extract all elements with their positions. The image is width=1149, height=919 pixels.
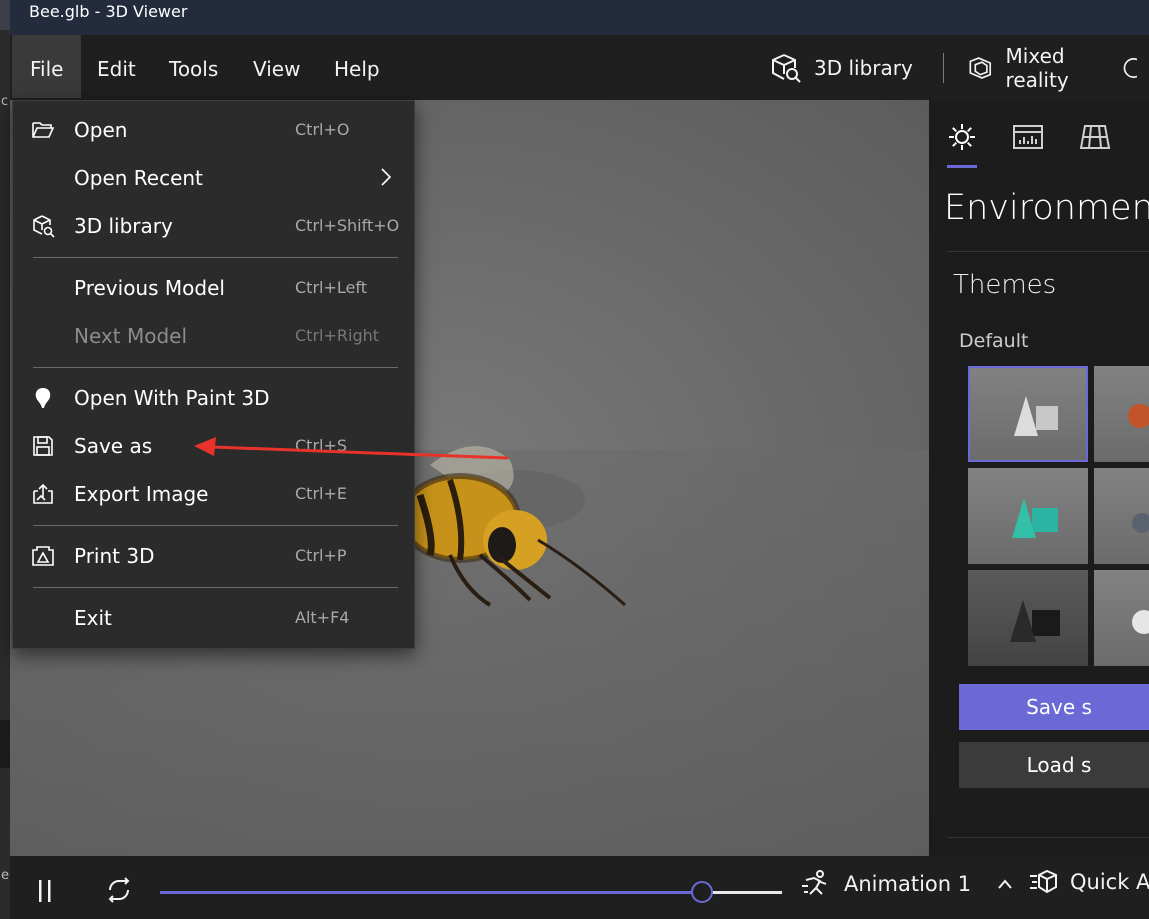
stats-icon[interactable] [1012,122,1044,152]
mixed-reality-icon [969,56,992,79]
loop-icon[interactable] [104,876,134,904]
menu-item-next-model: Next Model Ctrl+Right [13,312,414,360]
themes-heading: Themes [953,270,1057,300]
running-figure-icon [802,870,827,895]
chevron-right-icon [381,168,392,186]
print-3d-shortcut: Ctrl+P [295,546,347,565]
animation-timeline-slider[interactable] [160,881,782,903]
environment-panel: Environment Themes Default Save s Load s [929,100,1149,856]
next-model-label: Next Model [74,324,187,348]
quick-animations-button[interactable]: Quick An [1028,868,1149,896]
open-paint3d-label: Open With Paint 3D [74,386,270,410]
folder-open-icon [32,122,55,138]
file-menu-dropdown: Open Ctrl+O Open Recent 3D library Ctrl+… [12,100,415,649]
menu-separator [33,367,398,368]
menu-item-exit[interactable]: Exit Alt+F4 [13,594,414,642]
save-as-label: Save as [74,434,153,458]
open-label: Open [74,118,128,142]
menu-help[interactable]: Help [316,35,398,98]
3d-library-button[interactable]: 3D library [770,35,913,100]
pause-icon[interactable] [36,878,54,904]
quick-animation-icon [1030,869,1057,894]
menu-item-open-recent[interactable]: Open Recent [13,154,414,202]
3d-library-shortcut: Ctrl+Shift+O [295,216,400,235]
menu-separator [33,525,398,526]
cube-search-icon [33,215,55,238]
background-window: c e [0,0,10,919]
theme-tile-3[interactable] [968,468,1088,564]
menubar-separator [943,53,944,83]
menu-item-previous-model[interactable]: Previous Model Ctrl+Left [13,264,414,312]
paint-drop-icon [35,388,51,408]
menu-item-export-image[interactable]: Export Image Ctrl+E [13,470,414,518]
cube-search-icon [772,53,801,83]
save-theme-button[interactable]: Save s [959,684,1149,730]
active-tab-indicator [947,165,977,168]
save-icon [33,436,53,456]
menu-view[interactable]: View [235,35,318,98]
timeline-progress [160,891,702,894]
menu-separator [33,587,398,588]
animation-label: Animation 1 [844,872,972,896]
menu-bar: File Edit Tools View Help 3D library Mix… [10,35,1149,100]
open-recent-label: Open Recent [74,166,203,190]
exit-label: Exit [74,606,112,630]
theme-tile-default[interactable] [968,366,1088,462]
menu-item-3d-library[interactable]: 3D library Ctrl+Shift+O [13,202,414,250]
menu-item-print-3d[interactable]: Print 3D Ctrl+P [13,532,414,580]
window-title: Bee.glb - 3D Viewer [29,2,188,21]
3d-library-label: 3D library [814,55,913,80]
grid-icon[interactable] [1079,122,1111,152]
print-3d-icon [32,546,54,566]
mixed-reality-label: Mixed reality [1005,43,1069,92]
animation-selector[interactable]: Animation 1 [800,868,1025,900]
menu-item-open-with-paint3d[interactable]: Open With Paint 3D [13,374,414,422]
menu-file[interactable]: File [12,35,82,98]
lighting-icon[interactable] [947,122,977,152]
menu-item-open[interactable]: Open Ctrl+O [13,106,414,154]
default-theme-label: Default [959,330,1029,352]
open-shortcut: Ctrl+O [295,120,350,139]
theme-tile-2[interactable] [1094,366,1149,462]
previous-model-label: Previous Model [74,276,225,300]
export-icon [33,483,53,504]
next-model-shortcut: Ctrl+Right [295,326,380,345]
theme-tile-4[interactable] [1094,468,1149,564]
export-image-shortcut: Ctrl+E [295,484,347,503]
timeline-thumb[interactable] [691,881,714,903]
menu-tools[interactable]: Tools [151,35,236,98]
circle-partial-icon [1123,57,1137,78]
title-bar: Bee.glb - 3D Viewer [10,0,1149,35]
panel-divider-bottom [947,837,1149,838]
quick-animations-label: Quick An [1070,870,1149,894]
panel-heading: Environment [944,188,1149,228]
exit-shortcut: Alt+F4 [295,608,350,627]
previous-model-shortcut: Ctrl+Left [295,278,367,297]
menu-item-save-as[interactable]: Save as Ctrl+S [13,422,414,470]
theme-tile-6[interactable] [1094,570,1149,666]
background-text-c: c [1,94,9,109]
3d-library-label: 3D library [74,214,173,238]
panel-divider [947,251,1149,252]
load-theme-button[interactable]: Load s [959,742,1149,788]
print-3d-label: Print 3D [74,544,155,568]
theme-tile-5[interactable] [968,570,1088,666]
export-image-label: Export Image [74,482,209,506]
background-text-e: e [1,868,9,883]
mixed-reality-button[interactable]: Mixed reality [967,35,1149,100]
menu-separator [33,257,398,258]
animation-bar: Animation 1 Quick An [10,856,1149,919]
chevron-up-icon[interactable] [997,878,1013,890]
save-as-shortcut: Ctrl+S [295,436,348,455]
menu-edit[interactable]: Edit [79,35,154,98]
